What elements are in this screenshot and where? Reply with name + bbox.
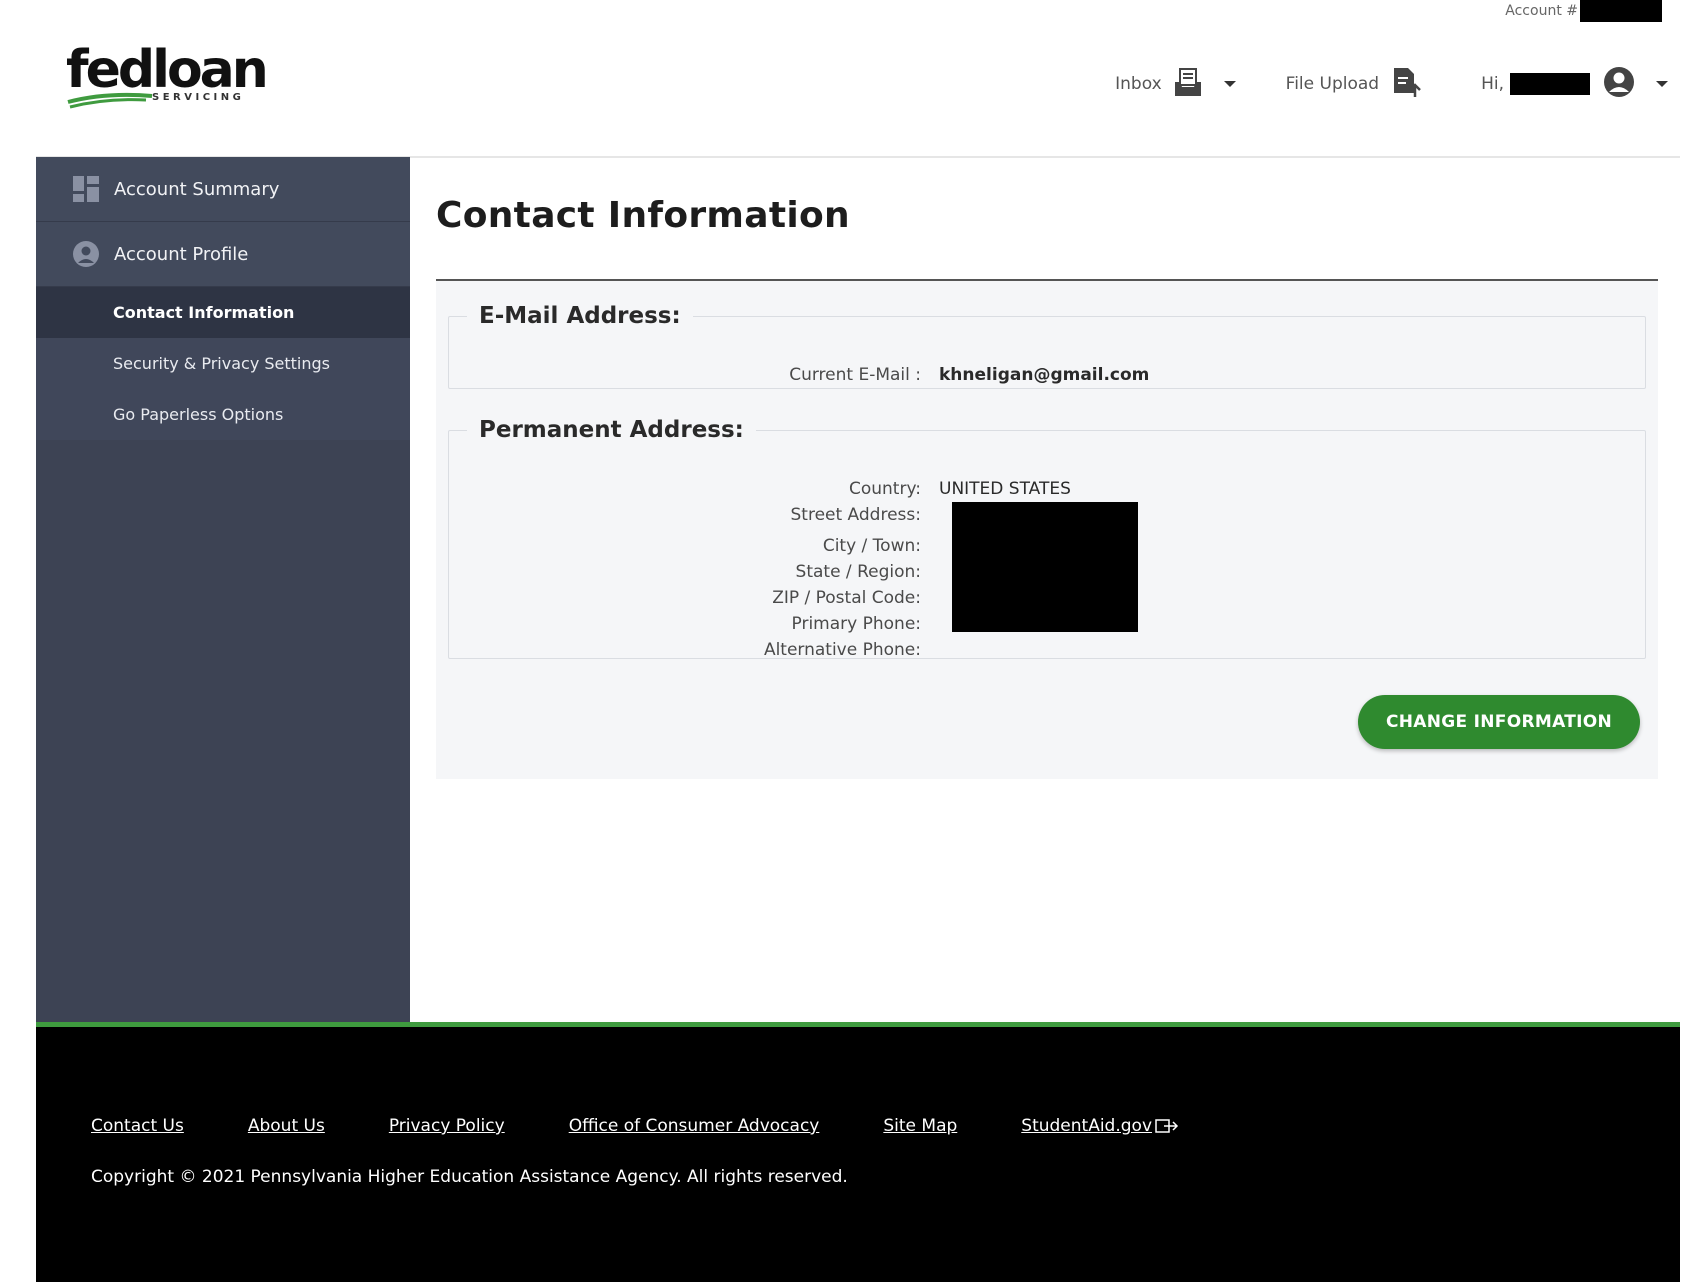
street-label: Street Address:	[790, 505, 922, 525]
footer: Contact Us About Us Privacy Policy Offic…	[36, 1022, 1680, 1282]
country-value: UNITED STATES	[939, 479, 1071, 499]
inbox-dropdown-chevron-down-icon[interactable]	[1223, 81, 1236, 87]
dashboard-icon	[72, 175, 100, 203]
zip-row: ZIP / Postal Code:	[449, 588, 921, 608]
footer-link-contact-us[interactable]: Contact Us	[91, 1116, 184, 1136]
primary-phone-label: Primary Phone:	[791, 614, 921, 634]
logo-swoosh-icon	[67, 92, 153, 109]
footer-link-consumer-advocacy[interactable]: Office of Consumer Advocacy	[569, 1116, 820, 1136]
greeting-label: Hi,	[1481, 74, 1504, 94]
file-upload-label: File Upload	[1285, 74, 1380, 94]
account-number-label: Account #	[1505, 3, 1578, 19]
page-title: Contact Information	[436, 195, 850, 236]
footer-links: Contact Us About Us Privacy Policy Offic…	[91, 1116, 1243, 1136]
current-email-label: Current E-Mail :	[789, 365, 921, 385]
primary-phone-row: Primary Phone:	[449, 614, 921, 634]
sidebar-subitem-go-paperless[interactable]: Go Paperless Options	[36, 389, 410, 440]
change-information-button[interactable]: CHANGE INFORMATION	[1358, 695, 1640, 749]
sidebar-item-account-summary[interactable]: Account Summary	[36, 157, 410, 222]
user-circle-icon	[72, 240, 100, 268]
user-avatar-icon	[1602, 65, 1636, 104]
file-upload-link[interactable]: File Upload	[1286, 66, 1421, 103]
sidebar: Account Summary Account Profile Contact …	[36, 157, 410, 1023]
zip-label: ZIP / Postal Code:	[772, 588, 921, 608]
sidebar-item-account-profile[interactable]: Account Profile	[36, 222, 410, 287]
state-label: State / Region:	[795, 562, 921, 582]
address-values-redacted	[952, 502, 1138, 632]
city-label: City / Town:	[822, 536, 921, 556]
permanent-address-section: Permanent Address: Country: UNITED STATE…	[448, 417, 1646, 660]
email-section-legend: E-Mail Address:	[479, 303, 681, 329]
street-row: Street Address:	[449, 505, 922, 525]
sidebar-subitem-security-privacy[interactable]: Security & Privacy Settings	[36, 338, 410, 389]
inbox-icon	[1172, 66, 1204, 103]
copyright-text: Copyright © 2021 Pennsylvania Higher Edu…	[91, 1167, 848, 1187]
country-label: Country:	[848, 479, 921, 499]
account-number-redacted	[1580, 0, 1662, 22]
sidebar-item-label: Account Summary	[114, 178, 280, 200]
current-email-value: khneligan@gmail.com	[939, 365, 1150, 385]
footer-link-privacy-policy[interactable]: Privacy Policy	[389, 1116, 505, 1136]
contact-info-panel: E-Mail Address: Current E-Mail : khnelig…	[436, 279, 1658, 779]
footer-link-about-us[interactable]: About Us	[248, 1116, 325, 1136]
state-row: State / Region:	[449, 562, 921, 582]
footer-link-site-map[interactable]: Site Map	[883, 1116, 957, 1136]
sidebar-subitem-contact-information[interactable]: Contact Information	[36, 287, 410, 338]
account-number-strip: Account #	[1505, 0, 1662, 22]
email-section: E-Mail Address: Current E-Mail : khnelig…	[448, 303, 1646, 389]
alt-phone-label: Alternative Phone:	[763, 640, 921, 660]
inbox-label: Inbox	[1115, 74, 1162, 94]
fedloan-logo[interactable]: fedloan SERVICING	[66, 40, 269, 120]
user-name-redacted	[1510, 73, 1590, 95]
logo-subtitle: SERVICING	[152, 92, 245, 103]
top-navigation: Inbox File Upload Hi,	[1115, 64, 1668, 104]
external-link-icon	[1155, 1118, 1179, 1134]
alt-phone-row: Alternative Phone:	[449, 640, 921, 660]
user-dropdown-chevron-down-icon[interactable]	[1656, 81, 1668, 87]
address-section-legend: Permanent Address:	[479, 417, 744, 443]
inbox-menu[interactable]: Inbox	[1115, 66, 1236, 103]
footer-link-studentaid-label: StudentAid.gov	[1021, 1116, 1153, 1136]
file-upload-icon	[1389, 66, 1421, 103]
sidebar-item-label: Account Profile	[114, 243, 249, 265]
city-row: City / Town:	[449, 536, 921, 556]
main-content: Contact Information E-Mail Address: Curr…	[436, 157, 1658, 779]
country-row: Country: UNITED STATES	[449, 479, 1071, 499]
user-menu[interactable]: Hi,	[1481, 65, 1668, 104]
current-email-row: Current E-Mail : khneligan@gmail.com	[449, 365, 1149, 385]
footer-link-studentaid[interactable]: StudentAid.gov	[1021, 1116, 1179, 1136]
account-profile-submenu: Contact Information Security & Privacy S…	[36, 287, 410, 440]
